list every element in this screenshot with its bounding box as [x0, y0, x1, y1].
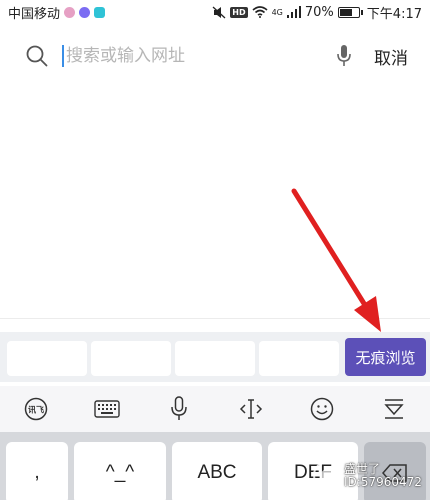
search-field[interactable]: [62, 41, 328, 71]
keyboard-toolbar: 讯飞: [0, 386, 430, 432]
cursor-move-icon[interactable]: [235, 393, 267, 425]
collapse-keyboard-icon[interactable]: [378, 393, 410, 425]
app-notification-icon: [94, 6, 106, 18]
mute-icon: [212, 6, 226, 18]
key-comma[interactable]: ,: [6, 442, 68, 500]
suggestion-chip[interactable]: [175, 341, 255, 376]
battery-percent: 70%: [304, 4, 334, 20]
app-notification-icon: [79, 6, 91, 18]
suggestion-chip[interactable]: [7, 341, 87, 376]
status-left: 中国移动: [8, 3, 106, 22]
search-icon: [26, 45, 48, 67]
emoji-icon[interactable]: [306, 393, 338, 425]
suggestion-area: [0, 86, 430, 322]
search-bar: 取消: [0, 30, 430, 82]
carrier-label: 中国移动: [8, 6, 61, 22]
signal-icon: [286, 6, 301, 18]
incognito-browsing-button[interactable]: 无痕浏览: [345, 338, 426, 376]
microphone-icon[interactable]: [336, 44, 352, 68]
keyboard-icon[interactable]: [91, 393, 123, 425]
suggestion-chip[interactable]: [91, 341, 171, 376]
search-input[interactable]: [66, 46, 328, 66]
watermark-id: ID:57960472: [344, 475, 422, 489]
divider: [0, 318, 430, 319]
browser-screen: 中国移动 HD 4G 70% 下午4:17 搜索或输入网址 取消 无痕浏览 讯飞…: [0, 0, 430, 500]
hd-icon: HD: [230, 6, 248, 18]
wifi-icon: [252, 6, 268, 18]
key-abc[interactable]: ABC: [172, 442, 262, 500]
status-right: HD 4G 70% 下午4:17: [212, 3, 422, 22]
battery-icon: [337, 6, 363, 18]
app-notification-icon: [64, 6, 76, 18]
clock-time: 下午4:17: [366, 6, 422, 22]
watermark: 盛世了 ID:57960472: [310, 452, 430, 500]
network-type-label: 4G: [271, 7, 283, 17]
suggestion-chip[interactable]: [259, 341, 339, 376]
watermark-logo-icon: [313, 461, 341, 489]
ifly-logo-icon[interactable]: 讯飞: [20, 393, 52, 425]
status-bar: 中国移动 HD 4G 70% 下午4:17: [0, 0, 430, 24]
cancel-button[interactable]: 取消: [374, 44, 408, 69]
key-emoticon[interactable]: ^_^: [74, 442, 166, 500]
text-cursor: [62, 45, 64, 67]
svg-text:讯飞: 讯飞: [28, 405, 44, 415]
microphone-icon[interactable]: [163, 393, 195, 425]
